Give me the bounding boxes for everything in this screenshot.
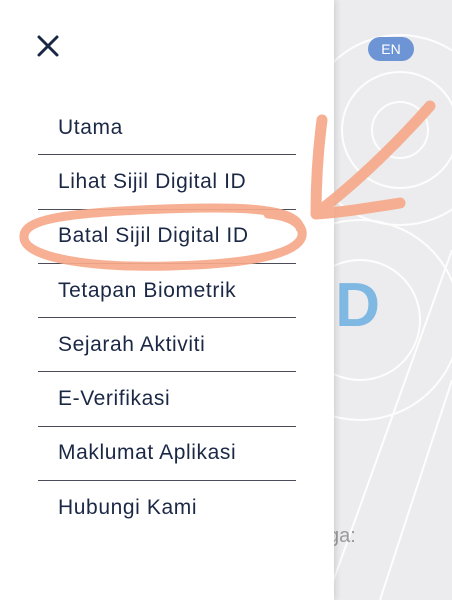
- menu-item-label: Tetapan Biometrik: [58, 278, 237, 302]
- navigation-drawer: Utama Lihat Sijil Digital ID Batal Sijil…: [0, 0, 334, 600]
- menu-item-e-verifikasi[interactable]: E-Verifikasi: [38, 372, 296, 427]
- menu-item-maklumat-aplikasi[interactable]: Maklumat Aplikasi: [38, 427, 296, 482]
- menu-item-label: Sejarah Aktiviti: [58, 332, 206, 356]
- menu-item-label: Hubungi Kami: [58, 496, 198, 520]
- menu-item-utama[interactable]: Utama: [38, 101, 296, 156]
- menu-item-label: Utama: [58, 115, 123, 139]
- close-button[interactable]: [36, 34, 60, 58]
- menu-item-sejarah-aktiviti[interactable]: Sejarah Aktiviti: [38, 318, 296, 373]
- menu-item-tetapan-biometrik[interactable]: Tetapan Biometrik: [38, 264, 296, 319]
- menu-item-label: Lihat Sijil Digital ID: [58, 169, 247, 193]
- menu-item-label: E-Verifikasi: [58, 387, 171, 411]
- menu-item-hubungi-kami[interactable]: Hubungi Kami: [38, 481, 296, 535]
- language-toggle-button[interactable]: EN: [368, 37, 414, 61]
- drawer-menu: Utama Lihat Sijil Digital ID Batal Sijil…: [38, 101, 296, 535]
- menu-item-label: Maklumat Aplikasi: [58, 441, 237, 465]
- menu-item-lihat-sijil[interactable]: Lihat Sijil Digital ID: [38, 155, 296, 210]
- close-icon: [37, 35, 59, 57]
- menu-item-label: Batal Sijil Digital ID: [58, 224, 249, 248]
- menu-item-batal-sijil[interactable]: Batal Sijil Digital ID: [38, 210, 296, 264]
